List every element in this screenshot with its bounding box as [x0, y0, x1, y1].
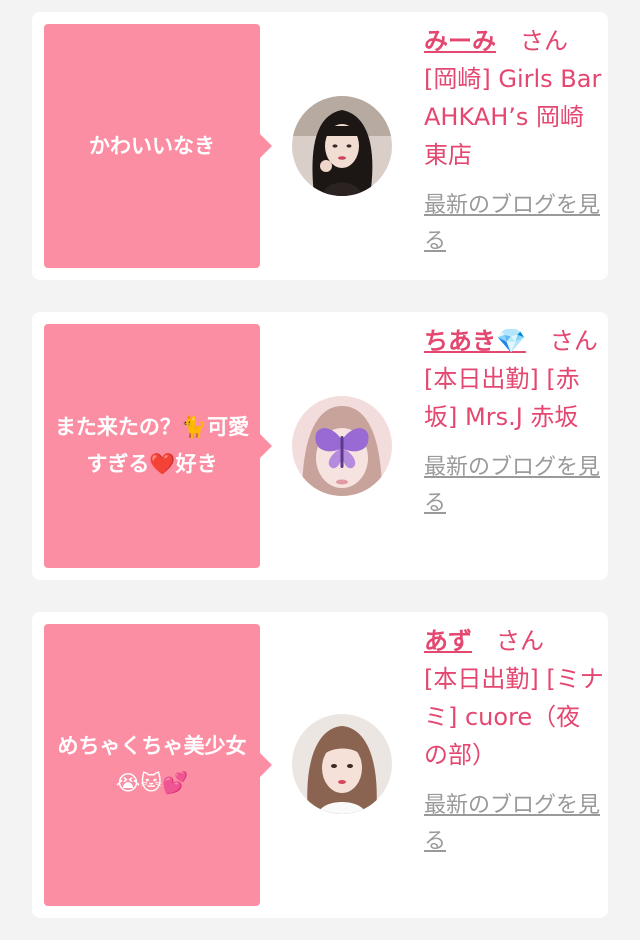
honorific: さん: [496, 627, 544, 655]
comment-text: かわいいなき: [89, 133, 215, 158]
girl-name-link[interactable]: ちあき💎: [424, 327, 526, 355]
girl-photo-butterfly-sticker-icon: [292, 396, 392, 496]
girl-name-link[interactable]: みーみ: [424, 27, 496, 55]
girl-photo-light-hair-icon: [292, 714, 392, 814]
girl-info: みーみ さん [岡崎] Girls Bar AHKAH’s 岡崎東店 最新のブロ…: [424, 22, 604, 260]
latest-blog-link[interactable]: 最新のブログを見る: [424, 188, 604, 260]
girl-name-link[interactable]: あず: [424, 627, 472, 655]
comment-text: めちゃくちゃ美少女😭🐱💕: [57, 734, 247, 795]
store-line: [本日出勤] [ミナミ] cuore（夜の部）: [424, 665, 604, 769]
comment-bubble: めちゃくちゃ美少女😭🐱💕: [44, 624, 272, 906]
store-line: [岡崎] Girls Bar AHKAH’s 岡崎東店: [424, 65, 602, 169]
comment-card: かわいいなき みーみ さん [岡崎] Girls Bar AHKAH’s 岡崎東…: [32, 12, 608, 280]
comment-card: また来たの？🐈可愛すぎる❤️好き ちあき💎 さん [本日出勤] [赤坂] Mrs…: [32, 312, 608, 580]
honorific: さん: [549, 327, 598, 355]
avatar[interactable]: [292, 96, 392, 196]
latest-blog-link[interactable]: 最新のブログを見る: [424, 788, 604, 860]
honorific: さん: [520, 27, 568, 55]
comment-bubble: また来たの？🐈可愛すぎる❤️好き: [44, 324, 272, 568]
comment-card: めちゃくちゃ美少女😭🐱💕 あず さん [本日出勤] [ミナミ] cuore（夜の…: [32, 612, 608, 918]
girl-info: ちあき💎 さん [本日出勤] [赤坂] Mrs.J 赤坂 最新のブログを見る: [424, 322, 604, 522]
latest-blog-link[interactable]: 最新のブログを見る: [424, 450, 604, 522]
girl-photo-dark-hair-icon: [292, 96, 392, 196]
blog-comment-list: かわいいなき みーみ さん [岡崎] Girls Bar AHKAH’s 岡崎東…: [0, 0, 640, 940]
comment-bubble: かわいいなき: [44, 24, 272, 268]
girl-info: あず さん [本日出勤] [ミナミ] cuore（夜の部） 最新のブログを見る: [424, 622, 604, 860]
avatar[interactable]: [292, 396, 392, 496]
avatar[interactable]: [292, 714, 392, 814]
comment-text: また来たの？🐈可愛すぎる❤️好き: [54, 415, 250, 476]
store-line: [本日出勤] [赤坂] Mrs.J 赤坂: [424, 365, 580, 431]
